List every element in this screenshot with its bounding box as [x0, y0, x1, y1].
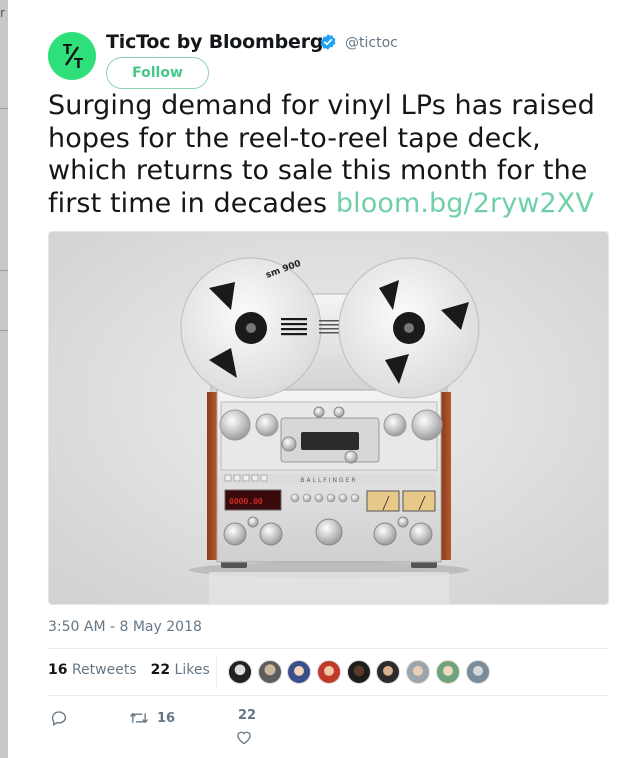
- tweet-media-image[interactable]: BALLFINGER 0000.00 sm 900: [48, 231, 609, 605]
- follow-button[interactable]: Follow: [106, 57, 209, 89]
- window-edge: r: [0, 0, 8, 758]
- tweet-link[interactable]: bloom.bg/2ryw2XV: [336, 188, 594, 219]
- likes-count: 22: [150, 662, 171, 678]
- window-edge-fragment: r: [0, 6, 5, 20]
- svg-text:T: T: [63, 43, 72, 58]
- author-name[interactable]: TicToc by Bloomberg: [106, 31, 323, 53]
- liker-avatar[interactable]: [346, 660, 371, 684]
- window-edge-divider: [0, 270, 8, 271]
- window-edge-divider: [0, 108, 8, 109]
- like-count: 22: [238, 708, 257, 723]
- tweet-text: Surging demand for vinyl LPs has raised …: [48, 90, 618, 220]
- retweets-stat[interactable]: 16 Retweets: [48, 662, 137, 678]
- liker-avatars: [228, 660, 495, 684]
- reply-icon: [51, 711, 67, 726]
- liker-avatar[interactable]: [435, 660, 460, 684]
- liker-avatar[interactable]: [465, 660, 490, 684]
- tape-deck-brand-label: BALLFINGER: [300, 477, 357, 484]
- retweet-icon: [130, 712, 148, 724]
- liker-avatar[interactable]: [287, 660, 312, 684]
- tweet-timestamp[interactable]: 3:50 AM - 8 May 2018: [48, 619, 202, 635]
- retweet-count: 16: [157, 710, 176, 726]
- right-reel: [338, 257, 480, 399]
- liker-avatar[interactable]: [406, 660, 431, 684]
- retweets-label: Retweets: [71, 662, 137, 678]
- retweets-count: 16: [48, 662, 68, 678]
- author-avatar[interactable]: T T: [48, 32, 96, 80]
- likes-label: Likes: [174, 662, 210, 678]
- heart-icon: [237, 731, 251, 745]
- retweet-button[interactable]: 16: [129, 709, 175, 727]
- liker-avatar[interactable]: [257, 660, 282, 684]
- divider: [48, 648, 608, 649]
- tape-counter-display: 0000.00: [229, 497, 263, 506]
- tictoc-logo-icon: T T: [63, 43, 83, 72]
- left-reel: sm 900: [180, 257, 322, 399]
- verified-badge-icon: [320, 34, 336, 50]
- window-edge-divider: [0, 330, 8, 331]
- liker-avatar[interactable]: [317, 660, 342, 684]
- svg-text:T: T: [74, 57, 83, 72]
- tweet-stats: 16 Retweets 22 Likes: [48, 662, 210, 678]
- divider: [48, 695, 608, 696]
- author-handle[interactable]: @tictoc: [345, 35, 398, 51]
- likes-stat[interactable]: 22 Likes: [151, 662, 210, 678]
- liker-avatar[interactable]: [376, 660, 401, 684]
- tape-deck-illustration: BALLFINGER 0000.00 sm 900: [49, 232, 608, 604]
- reply-button[interactable]: [50, 709, 68, 727]
- stats-separator: [216, 656, 217, 688]
- like-button[interactable]: 22: [232, 708, 256, 745]
- liker-avatar[interactable]: [228, 660, 252, 684]
